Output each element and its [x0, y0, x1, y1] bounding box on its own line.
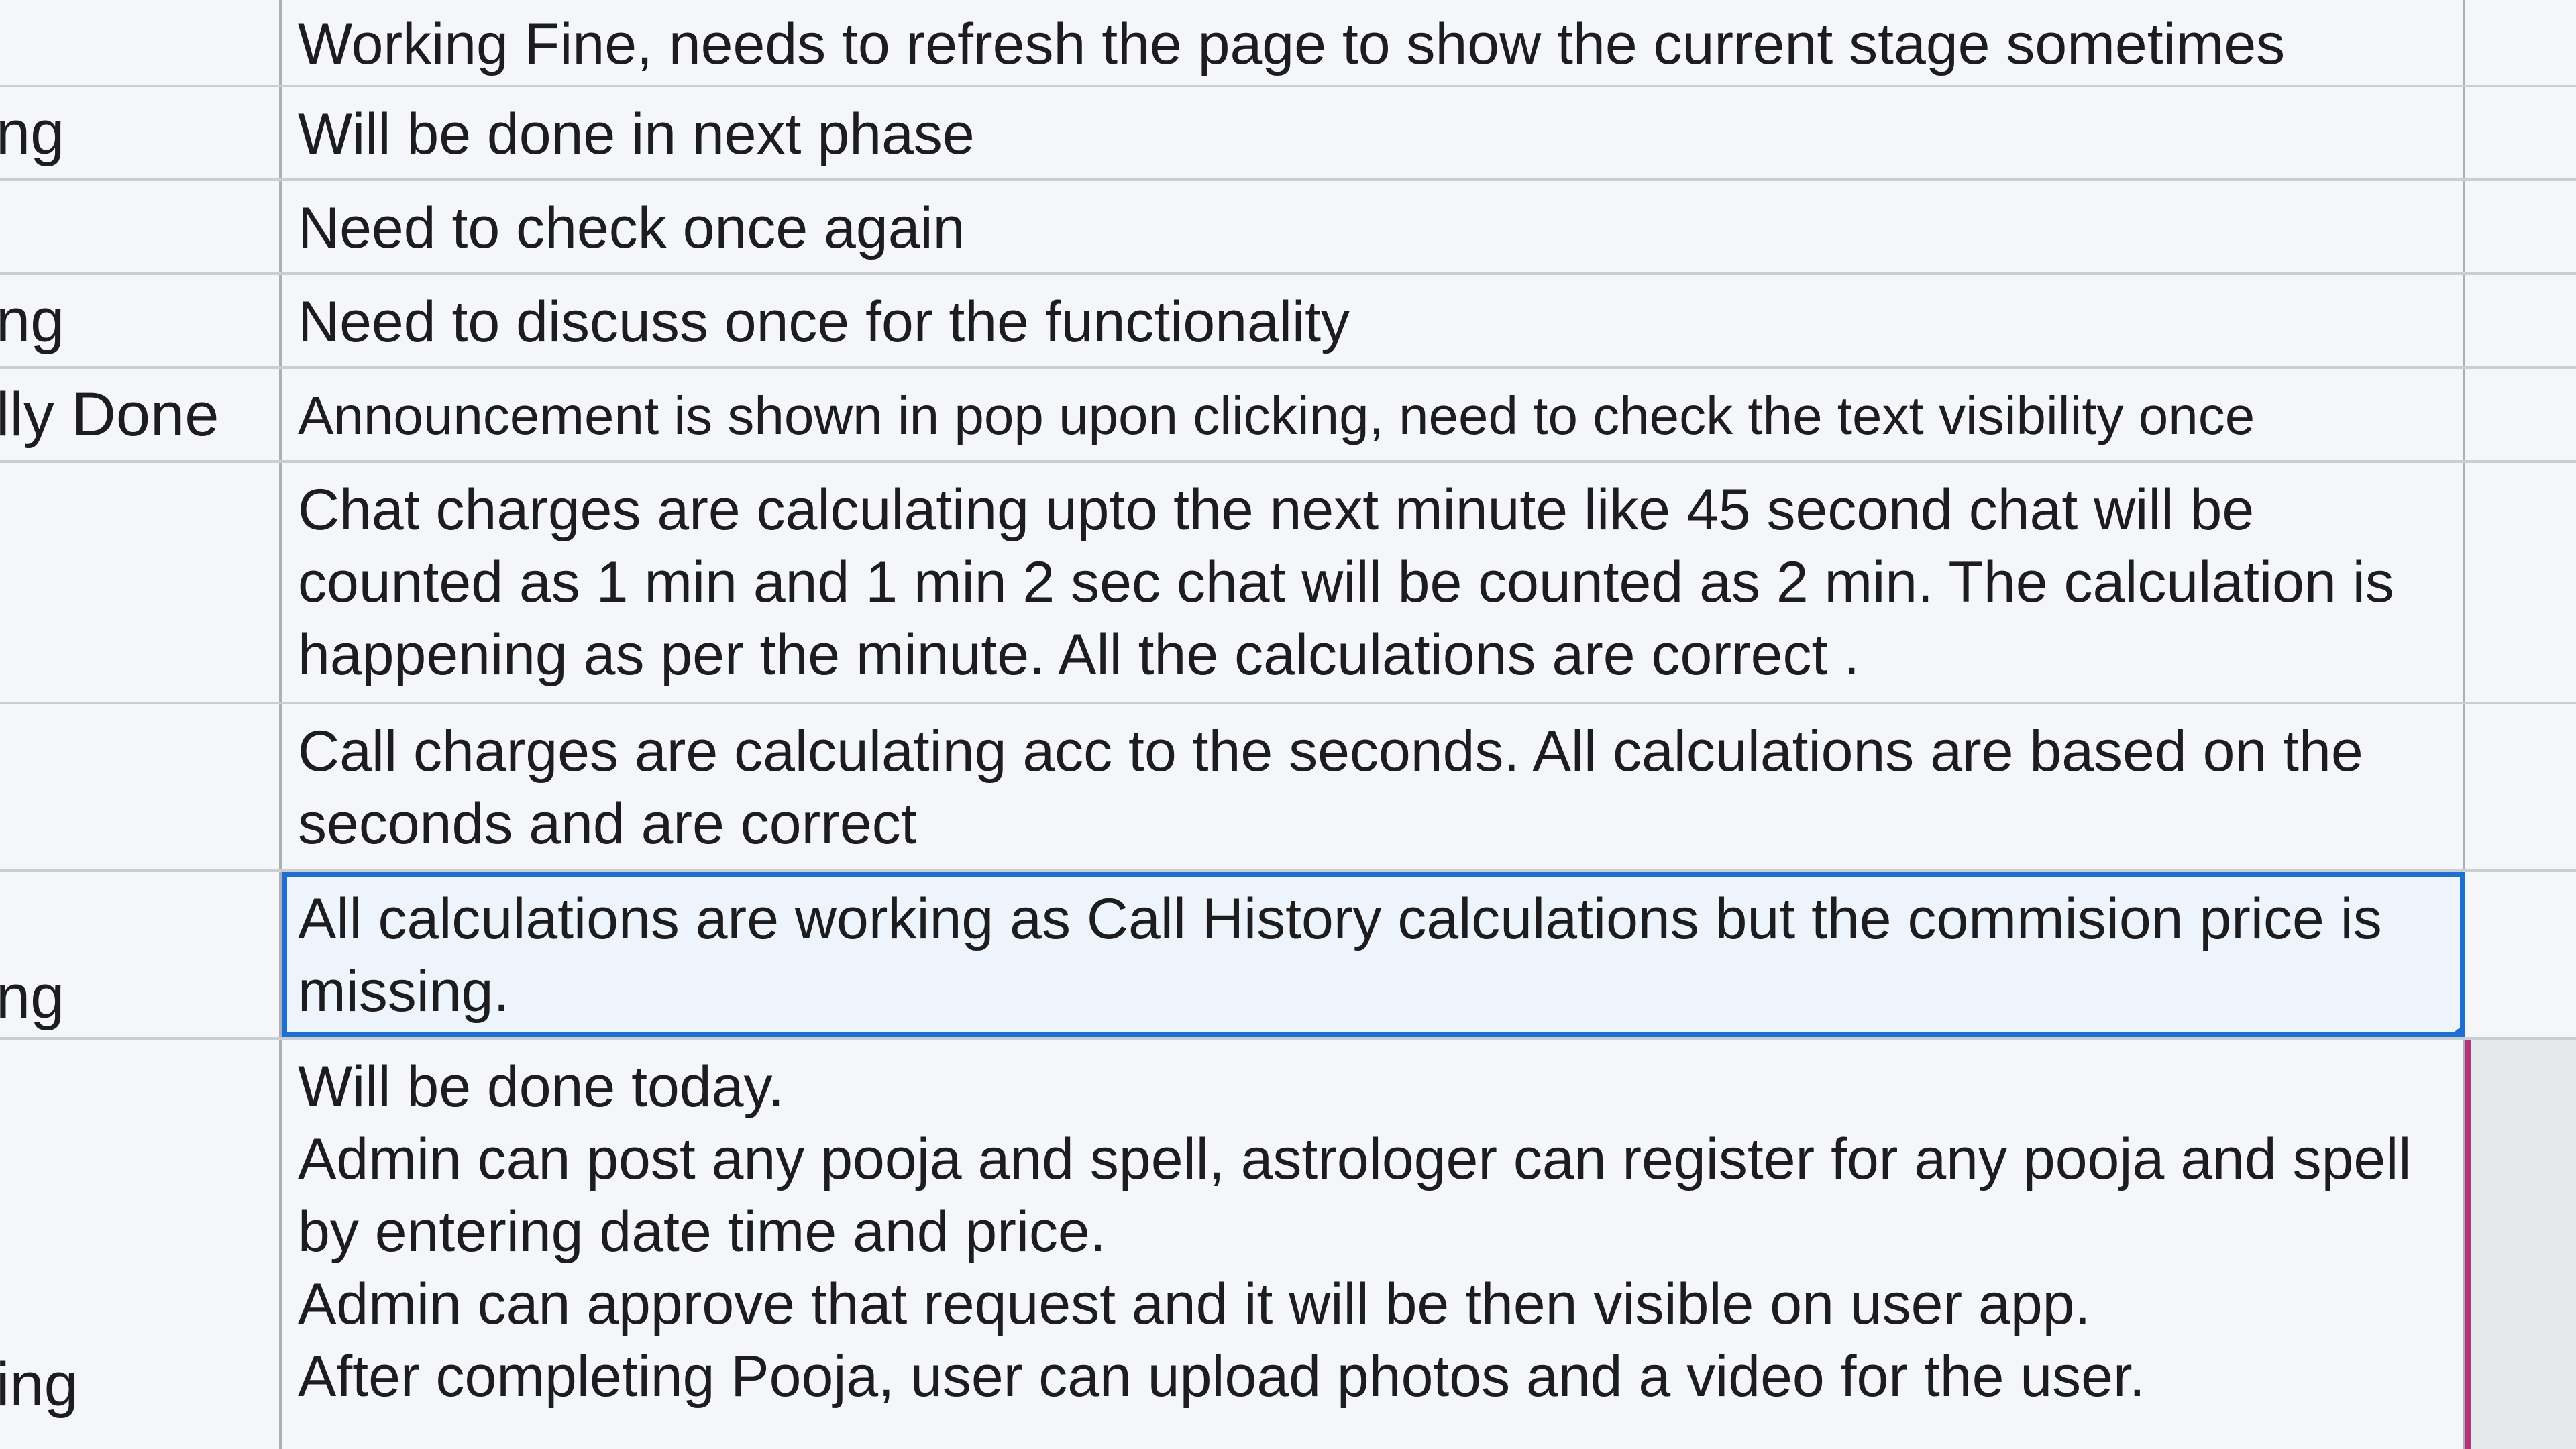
- remark-text: Need to check once again: [298, 196, 965, 260]
- table-row: Need to check once again: [0, 181, 2576, 275]
- next-column-cell-highlighted[interactable]: [2465, 1040, 2576, 1449]
- status-cell[interactable]: [0, 463, 282, 702]
- remark-text: Need to discuss once for the functionali…: [298, 290, 1350, 354]
- next-column-cell[interactable]: [2465, 0, 2576, 85]
- status-cell[interactable]: ing: [0, 1040, 282, 1449]
- status-cell[interactable]: ng: [0, 872, 282, 1037]
- next-column-cell[interactable]: [2465, 704, 2576, 869]
- remark-cell[interactable]: Announcement is shown in pop upon clicki…: [282, 369, 2465, 460]
- remark-cell[interactable]: Chat charges are calculating upto the ne…: [282, 463, 2465, 702]
- remark-text: Call charges are calculating acc to the …: [298, 719, 2363, 856]
- table-row: ing Will be done today. Admin can post a…: [0, 1040, 2576, 1449]
- remark-text: Will be done in next phase: [298, 102, 975, 166]
- status-cell[interactable]: [0, 704, 282, 869]
- next-column-cell[interactable]: [2465, 463, 2576, 702]
- next-column-cell[interactable]: [2465, 181, 2576, 272]
- status-text: ing: [0, 1350, 78, 1419]
- status-cell[interactable]: [0, 181, 282, 272]
- remark-cell[interactable]: Will be done in next phase: [282, 87, 2465, 178]
- next-column-cell[interactable]: [2465, 275, 2576, 366]
- table-row: Working Fine, needs to refresh the page …: [0, 0, 2576, 87]
- remark-text: Chat charges are calculating upto the ne…: [298, 478, 2394, 687]
- table-row: Call charges are calculating acc to the …: [0, 704, 2576, 872]
- selected-remark-cell[interactable]: All calculations are working as Call His…: [282, 872, 2465, 1037]
- status-cell[interactable]: ng: [0, 275, 282, 366]
- remark-cell[interactable]: Will be done today. Admin can post any p…: [282, 1040, 2465, 1449]
- remark-text: Announcement is shown in pop upon clicki…: [298, 386, 2255, 445]
- status-cell[interactable]: ng: [0, 87, 282, 178]
- table-row-selected: ng All calculations are working as Call …: [0, 872, 2576, 1040]
- remark-cell[interactable]: Call charges are calculating acc to the …: [282, 704, 2465, 869]
- remark-cell[interactable]: Need to discuss once for the functionali…: [282, 275, 2465, 366]
- status-cell[interactable]: lly Done: [0, 369, 282, 460]
- remark-cell[interactable]: Need to check once again: [282, 181, 2465, 272]
- table-row: Chat charges are calculating upto the ne…: [0, 463, 2576, 704]
- remark-cell[interactable]: Working Fine, needs to refresh the page …: [282, 0, 2465, 85]
- table-row: lly Done Announcement is shown in pop up…: [0, 369, 2576, 463]
- table-row: ng Need to discuss once for the function…: [0, 275, 2576, 369]
- remark-text: All calculations are working as Call His…: [298, 887, 2382, 1024]
- table-row: ng Will be done in next phase: [0, 87, 2576, 181]
- status-text: ng: [0, 286, 65, 355]
- status-text: ng: [0, 99, 65, 167]
- status-text: lly Done: [0, 380, 219, 449]
- spreadsheet-grid: Working Fine, needs to refresh the page …: [0, 0, 2576, 1449]
- remark-text: Working Fine, needs to refresh the page …: [298, 12, 2286, 76]
- next-column-cell[interactable]: [2465, 872, 2576, 1037]
- next-column-cell[interactable]: [2465, 87, 2576, 178]
- status-text: ng: [0, 963, 65, 1031]
- fill-handle[interactable]: [2453, 1028, 2463, 1037]
- status-cell[interactable]: [0, 0, 282, 85]
- next-column-cell[interactable]: [2465, 369, 2576, 460]
- remark-text: Will be done today. Admin can post any p…: [298, 1055, 2412, 1409]
